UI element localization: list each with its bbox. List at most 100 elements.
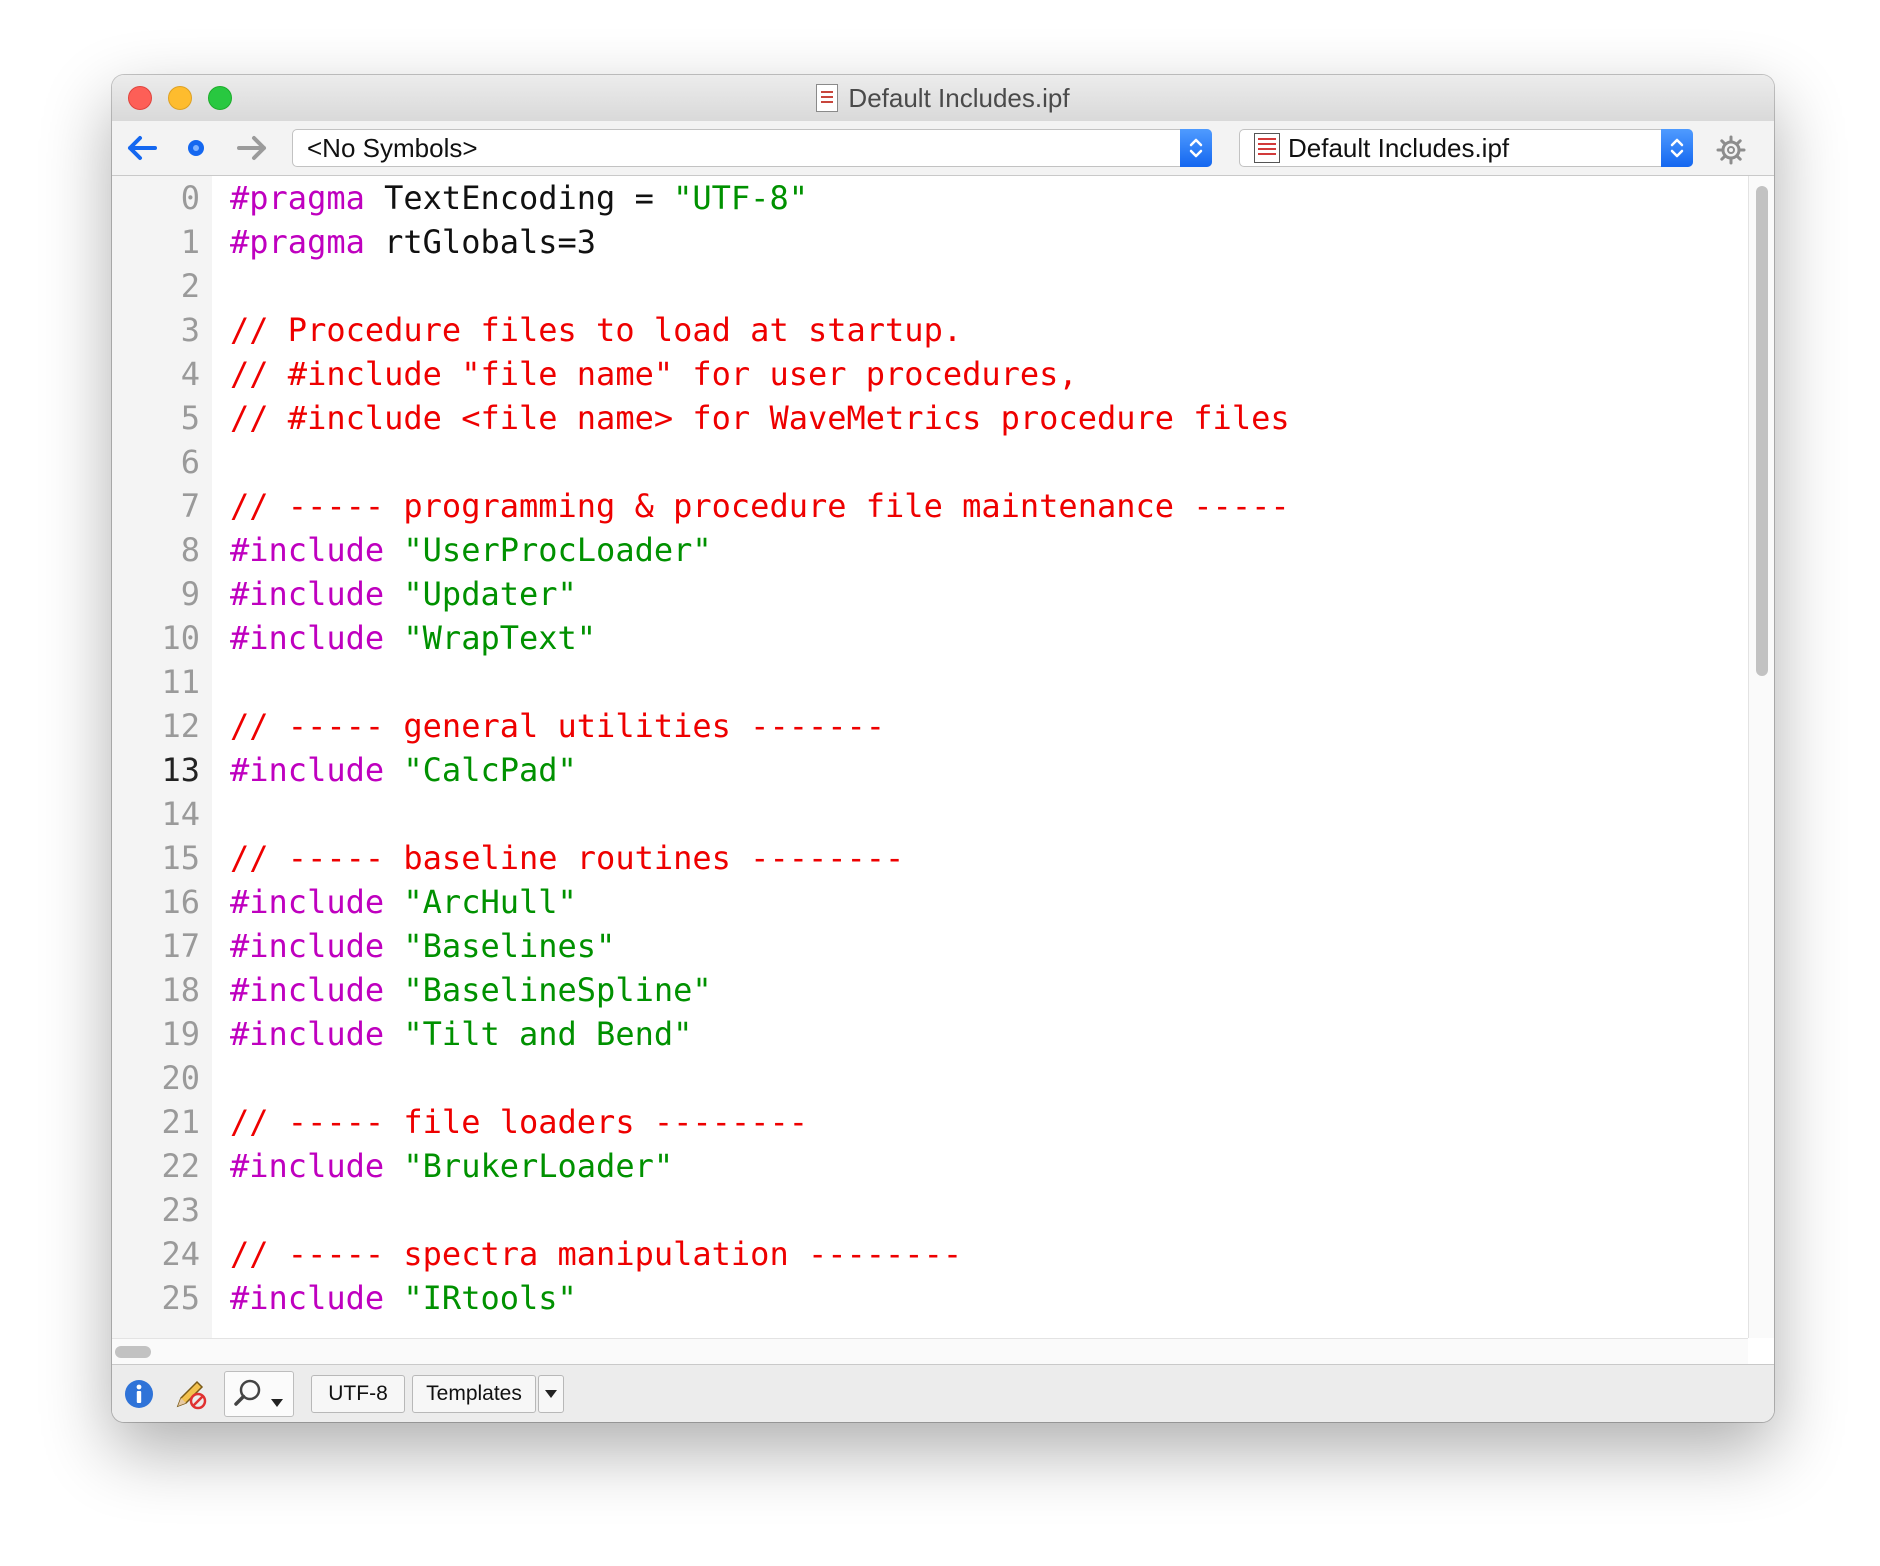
line-number: 11 xyxy=(161,663,200,701)
code-text[interactable]: #pragma rtGlobals=3 xyxy=(230,220,596,264)
code-line[interactable]: 22 #include "BrukerLoader" xyxy=(112,1144,1742,1188)
settings-button[interactable] xyxy=(1715,134,1747,166)
code-line[interactable]: 8 #include "UserProcLoader" xyxy=(112,528,1742,572)
code-text[interactable]: // #include "file name" for user procedu… xyxy=(230,352,1078,396)
text-encoding-button[interactable]: UTF-8 xyxy=(311,1375,405,1413)
forward-button[interactable] xyxy=(234,133,270,163)
line-number: 17 xyxy=(161,927,200,965)
code-line[interactable]: 21 // ----- file loaders -------- xyxy=(112,1100,1742,1144)
line-number: 15 xyxy=(161,839,200,877)
line-number: 16 xyxy=(161,883,200,921)
line-number: 1 xyxy=(180,223,200,261)
code-line[interactable]: 15 // ----- baseline routines -------- xyxy=(112,836,1742,880)
code-line[interactable]: 17 #include "Baselines" xyxy=(112,924,1742,968)
code-line[interactable]: 0 #pragma TextEncoding = "UTF-8" xyxy=(112,176,1742,220)
templates-menu-button[interactable] xyxy=(538,1375,564,1413)
keyword-token: #include xyxy=(230,1279,385,1317)
code-line[interactable]: 3 // Procedure files to load at startup. xyxy=(112,308,1742,352)
code-line[interactable]: 23 xyxy=(112,1188,1742,1232)
vertical-scroll-thumb[interactable] xyxy=(1756,186,1768,676)
code-text[interactable]: #include "Tilt and Bend" xyxy=(230,1012,692,1056)
code-line[interactable]: 7 // ----- programming & procedure file m… xyxy=(112,484,1742,528)
code-text[interactable]: // ----- baseline routines -------- xyxy=(230,836,904,880)
file-popup-stepper[interactable] xyxy=(1661,129,1693,167)
window-title: Default Includes.ipf xyxy=(848,82,1070,113)
code-line[interactable]: 18 #include "BaselineSpline" xyxy=(112,968,1742,1012)
code-line[interactable]: 9 #include "Updater" xyxy=(112,572,1742,616)
string-token: "CalcPad" xyxy=(403,751,577,789)
search-menu-button[interactable] xyxy=(224,1371,294,1417)
triangle-down-icon xyxy=(545,1390,557,1398)
keyword-token: #include xyxy=(230,883,385,921)
symbols-popup-label: <No Symbols> xyxy=(307,132,478,163)
code-text[interactable]: // ----- programming & procedure file ma… xyxy=(230,484,1290,528)
horizontal-scroll-thumb[interactable] xyxy=(115,1346,151,1358)
keyword-token: #pragma xyxy=(230,223,365,261)
info-button[interactable] xyxy=(122,1377,156,1411)
line-number: 25 xyxy=(161,1279,200,1317)
code-line[interactable]: 13 #include "CalcPad" xyxy=(112,748,1742,792)
current-position-button[interactable] xyxy=(178,133,214,163)
line-number: 12 xyxy=(161,707,200,745)
horizontal-scrollbar[interactable] xyxy=(112,1338,1748,1365)
text-token: TextEncoding = xyxy=(364,179,674,217)
code-text[interactable]: #include "BaselineSpline" xyxy=(230,968,712,1012)
code-line[interactable]: 19 #include "Tilt and Bend" xyxy=(112,1012,1742,1056)
line-number: 23 xyxy=(161,1191,200,1229)
vertical-scrollbar[interactable] xyxy=(1748,176,1774,1338)
keyword-token: #include xyxy=(230,1147,385,1185)
keyword-token: #include xyxy=(230,751,385,789)
write-protect-button[interactable] xyxy=(172,1377,210,1411)
code-text[interactable]: // ----- file loaders -------- xyxy=(230,1100,808,1144)
code-line[interactable]: 16 #include "ArcHull" xyxy=(112,880,1742,924)
symbols-popup[interactable]: <No Symbols> xyxy=(292,129,1212,167)
code-text[interactable]: // Procedure files to load at startup. xyxy=(230,308,962,352)
code-text[interactable]: // #include <file name> for WaveMetrics … xyxy=(230,396,1290,440)
magnifier-icon xyxy=(234,1379,261,1406)
line-number: 0 xyxy=(180,179,200,217)
templates-button[interactable]: Templates xyxy=(412,1375,536,1413)
code-line[interactable]: 6 xyxy=(112,440,1742,484)
procedure-text-area[interactable]: 0 #pragma TextEncoding = "UTF-8" 1 #pragma … xyxy=(112,176,1748,1338)
document-icon[interactable] xyxy=(816,84,839,112)
code-text[interactable]: // ----- spectra manipulation -------- xyxy=(230,1232,962,1276)
code-text[interactable]: #include "ArcHull" xyxy=(230,880,577,924)
up-down-chevron-icon xyxy=(1189,138,1203,158)
comment-token: // ----- spectra manipulation -------- xyxy=(230,1235,963,1273)
string-token: "BrukerLoader" xyxy=(403,1147,674,1185)
code-line[interactable]: 1 #pragma rtGlobals=3 xyxy=(112,220,1742,264)
file-popup-label: Default Includes.ipf xyxy=(1288,132,1510,163)
code-line[interactable]: 5 // #include <file name> for WaveMetrics… xyxy=(112,396,1742,440)
code-text[interactable]: #include "CalcPad" xyxy=(230,748,577,792)
line-number: 18 xyxy=(161,971,200,1009)
comment-token: // ----- programming & procedure file ma… xyxy=(230,487,1290,525)
code-text[interactable]: #include "WrapText" xyxy=(230,616,596,660)
keyword-token: #include xyxy=(230,1015,385,1053)
code-line[interactable]: 14 xyxy=(112,792,1742,836)
code-text[interactable]: #include "UserProcLoader" xyxy=(230,528,712,572)
code-line[interactable]: 10 #include "WrapText" xyxy=(112,616,1742,660)
code-text[interactable]: #include "Baselines" xyxy=(230,924,615,968)
title-bar[interactable]: Default Includes.ipf xyxy=(112,75,1774,122)
code-line[interactable]: 20 xyxy=(112,1056,1742,1100)
back-button[interactable] xyxy=(124,133,160,163)
code-text[interactable]: #include "IRtools" xyxy=(230,1276,577,1320)
file-popup[interactable]: Default Includes.ipf xyxy=(1239,129,1693,167)
code-line[interactable]: 2 xyxy=(112,264,1742,308)
line-number: 20 xyxy=(161,1059,200,1097)
code-line[interactable]: 4 // #include "file name" for user proced… xyxy=(112,352,1742,396)
code-line[interactable]: 12 // ----- general utilities ------- xyxy=(112,704,1742,748)
code-text[interactable]: #include "Updater" xyxy=(230,572,577,616)
line-number: 22 xyxy=(161,1147,200,1185)
code-text[interactable]: #pragma TextEncoding = "UTF-8" xyxy=(230,176,808,220)
code-line[interactable]: 25 #include "IRtools" xyxy=(112,1276,1742,1320)
code-text[interactable]: // ----- general utilities ------- xyxy=(230,704,885,748)
code-line[interactable]: 24 // ----- spectra manipulation -------- xyxy=(112,1232,1742,1276)
code-text[interactable]: #include "BrukerLoader" xyxy=(230,1144,673,1188)
info-icon xyxy=(125,1380,153,1408)
comment-token: // #include "file name" for user procedu… xyxy=(230,355,1078,393)
code-line[interactable]: 11 xyxy=(112,660,1742,704)
symbols-popup-stepper[interactable] xyxy=(1180,129,1212,167)
